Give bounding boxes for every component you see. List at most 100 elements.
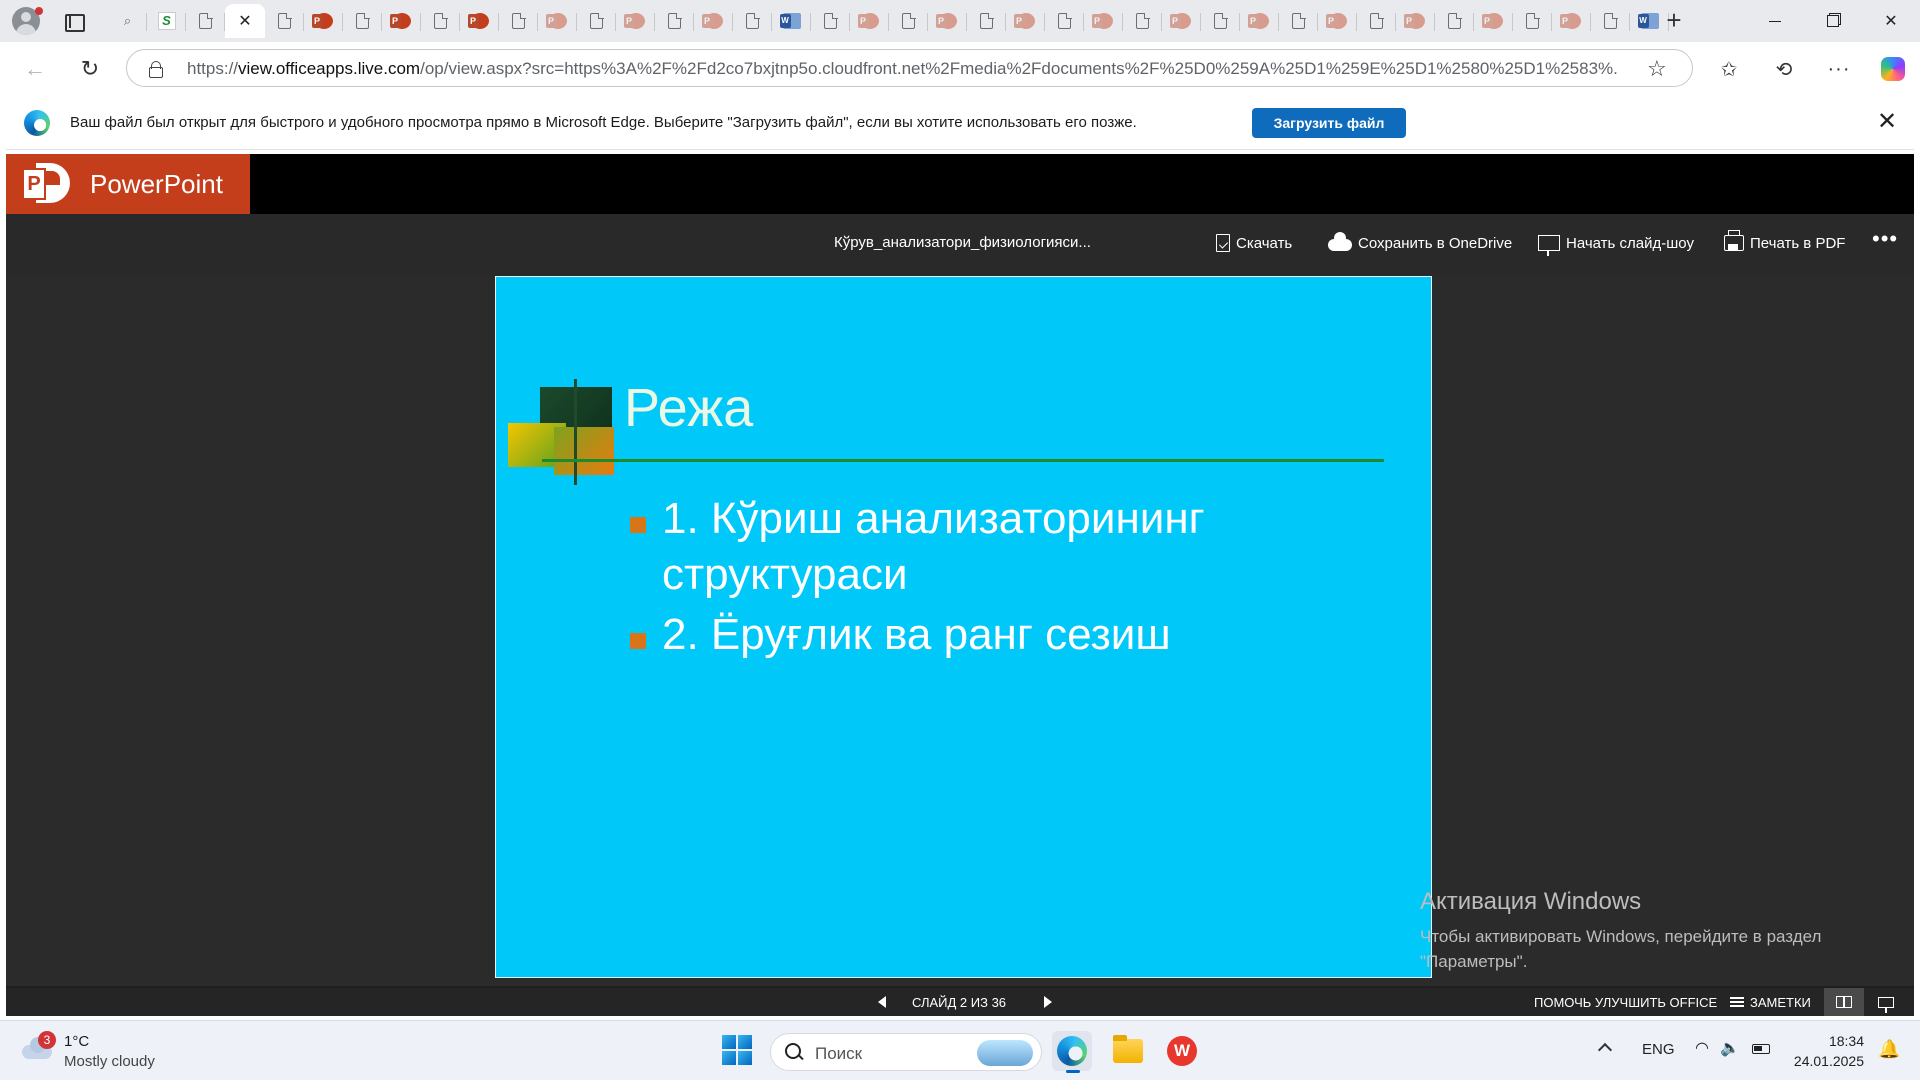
browser-tab[interactable] xyxy=(421,4,460,38)
battery-icon[interactable] xyxy=(1752,1039,1772,1059)
notes-icon xyxy=(1730,997,1744,1007)
system-clock[interactable]: 18:34 24.01.2025 xyxy=(1780,1031,1864,1071)
notification-bell-icon[interactable]: 🔔 xyxy=(1878,1039,1900,1061)
favorites-icon[interactable]: ✩ xyxy=(1714,54,1744,84)
tab-actions-menu-icon[interactable] xyxy=(60,8,86,34)
doc-icon xyxy=(1136,12,1150,29)
notes-button[interactable]: ЗАМЕТКИ xyxy=(1730,992,1811,1012)
volume-icon[interactable]: 🔈 xyxy=(1720,1039,1740,1059)
file-explorer-icon[interactable] xyxy=(1108,1031,1148,1071)
browser-tab[interactable] xyxy=(460,4,499,38)
start-button-windows-icon[interactable] xyxy=(722,1035,752,1065)
address-bar[interactable]: https://view.officeapps.live.com/op/view… xyxy=(126,49,1693,87)
browser-tab[interactable] xyxy=(850,4,889,38)
doc-icon xyxy=(356,12,370,29)
browser-tab[interactable] xyxy=(1045,4,1084,38)
browser-tab[interactable] xyxy=(1513,4,1552,38)
download-button[interactable]: Скачать xyxy=(1216,228,1292,258)
url-text[interactable]: https://view.officeapps.live.com/op/view… xyxy=(187,59,1617,79)
help-improve-office-link[interactable]: ПОМОЧЬ УЛУЧШИТЬ OFFICE xyxy=(1534,995,1717,1010)
browser-tab[interactable] xyxy=(1357,4,1396,38)
maximize-button[interactable] xyxy=(1804,0,1862,42)
notification-close-icon[interactable]: ✕ xyxy=(1872,108,1902,138)
browser-tab[interactable] xyxy=(304,4,343,38)
browser-tab[interactable] xyxy=(538,4,577,38)
save-onedrive-button[interactable]: Сохранить в OneDrive xyxy=(1328,228,1512,258)
browser-tab[interactable] xyxy=(1435,4,1474,38)
minimize-button[interactable] xyxy=(1746,0,1804,42)
browser-more-icon[interactable]: ··· xyxy=(1824,54,1854,84)
browser-tab[interactable] xyxy=(1474,4,1513,38)
browser-tab[interactable] xyxy=(811,4,850,38)
doc-icon xyxy=(980,12,994,29)
show-hidden-icons-chevron-up-icon[interactable] xyxy=(1598,1041,1612,1055)
wps-office-icon[interactable]: W xyxy=(1162,1031,1202,1071)
browser-tab[interactable] xyxy=(577,4,616,38)
browser-tab[interactable] xyxy=(1552,4,1591,38)
browser-tab[interactable] xyxy=(694,4,733,38)
browser-tab[interactable] xyxy=(1201,4,1240,38)
browser-tab[interactable] xyxy=(928,4,967,38)
browser-tab[interactable] xyxy=(1396,4,1435,38)
next-slide-button[interactable] xyxy=(1038,992,1058,1012)
lock-icon[interactable] xyxy=(149,61,163,78)
browser-tab[interactable] xyxy=(186,4,225,38)
browser-tab[interactable] xyxy=(1279,4,1318,38)
taskbar-search[interactable]: Поиск xyxy=(770,1033,1042,1071)
new-tab-button[interactable]: + xyxy=(1660,7,1688,35)
browser-tab[interactable]: ✕ xyxy=(225,4,265,38)
browser-tab[interactable] xyxy=(343,4,382,38)
browser-tab[interactable] xyxy=(889,4,928,38)
slideshow-view-button[interactable] xyxy=(1866,988,1906,1016)
powerpoint-brand[interactable]: P PowerPoint xyxy=(6,154,250,214)
browser-tab[interactable] xyxy=(1318,4,1357,38)
weather-description: Mostly cloudy xyxy=(64,1053,155,1070)
edge-taskbar-icon[interactable] xyxy=(1052,1031,1092,1073)
browser-tab[interactable] xyxy=(733,4,772,38)
wifi-icon[interactable]: ◠ xyxy=(1692,1039,1712,1059)
office-more-options-icon[interactable]: ••• xyxy=(1872,224,1898,254)
save-onedrive-label: Сохранить в OneDrive xyxy=(1358,234,1513,252)
back-button[interactable]: ← xyxy=(20,54,50,84)
browser-tab[interactable] xyxy=(265,4,304,38)
reading-view-button[interactable] xyxy=(1824,988,1864,1016)
browser-tab[interactable] xyxy=(1123,4,1162,38)
browser-tab[interactable] xyxy=(616,4,655,38)
download-label: Скачать xyxy=(1236,234,1293,252)
copilot-icon[interactable] xyxy=(1878,54,1908,84)
browser-tab[interactable]: S xyxy=(147,4,186,38)
browser-tab[interactable] xyxy=(655,4,694,38)
input-language[interactable]: ENG xyxy=(1642,1041,1675,1058)
browser-tab[interactable] xyxy=(967,4,1006,38)
notification-message: Ваш файл был открыт для быстрого и удобн… xyxy=(70,114,1137,131)
office-header: P PowerPoint xyxy=(6,154,1914,214)
browser-tab[interactable]: ⌕ xyxy=(108,4,147,38)
clock-time: 18:34 xyxy=(1828,1033,1864,1049)
browser-tab[interactable] xyxy=(382,4,421,38)
doc-icon xyxy=(1604,12,1618,29)
url-scheme: https:// xyxy=(187,59,239,78)
previous-slide-button[interactable] xyxy=(874,992,894,1012)
slideshow-icon xyxy=(1538,235,1560,256)
browser-tab[interactable] xyxy=(1006,4,1045,38)
browser-tab[interactable] xyxy=(772,4,811,38)
browser-tab[interactable] xyxy=(1591,4,1630,38)
start-slideshow-button[interactable]: Начать слайд-шоу xyxy=(1538,228,1694,258)
browser-tab[interactable] xyxy=(1084,4,1123,38)
weather-widget[interactable]: 3 1°C Mostly cloudy xyxy=(20,1031,220,1073)
browser-tab[interactable] xyxy=(1240,4,1279,38)
slide[interactable]: Режа 1. Кўриш анализаторининг структурас… xyxy=(495,276,1432,978)
favorite-star-icon[interactable]: ☆ xyxy=(1647,56,1667,82)
close-icon[interactable]: ✕ xyxy=(238,11,251,31)
browser-tab[interactable] xyxy=(499,4,538,38)
download-file-button[interactable]: Загрузить файл xyxy=(1252,108,1406,138)
browser-tab[interactable] xyxy=(1162,4,1201,38)
history-icon[interactable]: ⟲ xyxy=(1769,54,1799,84)
window-close-button[interactable]: ✕ xyxy=(1862,0,1920,42)
reload-button[interactable]: ↻ xyxy=(75,54,105,84)
slide-title: Режа xyxy=(624,378,754,438)
watermark-line-1: Чтобы активировать Windows, перейдите в … xyxy=(1420,927,1822,946)
url-host: view.officeapps.live.com xyxy=(238,59,421,78)
print-pdf-button[interactable]: Печать в PDF xyxy=(1724,228,1845,258)
office-viewer: P PowerPoint Кўрув_анализатори_физиологи… xyxy=(6,154,1914,1016)
